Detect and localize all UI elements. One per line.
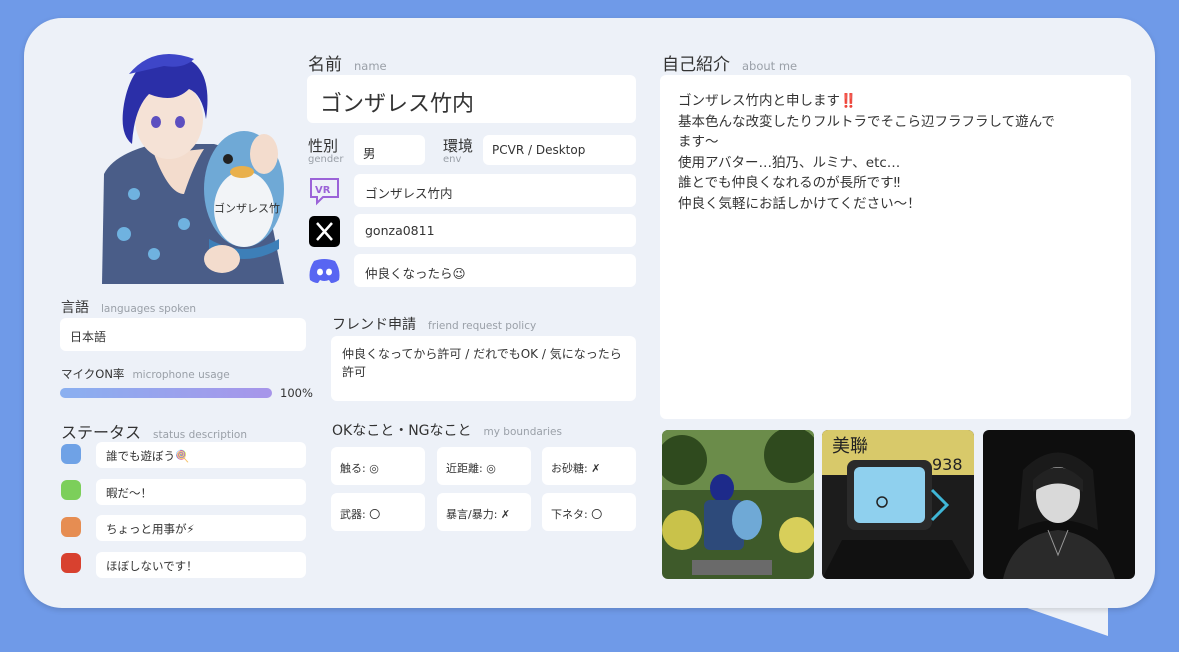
svg-text:938: 938 [932, 455, 963, 474]
status-text-busy: ちょっと用事が⚡ [106, 522, 195, 536]
boundary-violence: 暴言/暴力: ✗ [437, 493, 531, 531]
mic-percent: 100% [280, 386, 313, 400]
discord-icon [309, 259, 340, 283]
about-line: 誰とでも仲良くなれるのが長所です‼ [678, 175, 901, 191]
languages-field: 日本語 [60, 318, 306, 351]
status-row-rarely: ほぼしないです！ [96, 552, 306, 578]
env-value: PCVR / Desktop [492, 143, 586, 157]
status-row-available: 誰でも遊ぼう🍭 [96, 442, 306, 468]
x-field: gonza0811 [354, 214, 636, 247]
friend-sub-label: friend request policy [428, 320, 537, 332]
about-line: 基本色んな改変したりフルトラでそこら辺フラフラして遊んで [678, 113, 1055, 130]
gender-value: 男 [363, 146, 376, 161]
vrchat-icon: VR [310, 178, 339, 206]
vrchat-value: ゴンザレス竹内 [365, 186, 453, 201]
status-dot-busy [61, 517, 81, 537]
status-dot-available [61, 444, 81, 464]
status-text-free: 暇だ〜！ [106, 486, 152, 500]
svg-text:VR: VR [315, 185, 331, 196]
discord-field: 仲良くなったら😉 [354, 254, 636, 287]
name-field: ゴンザレス竹内 [307, 75, 636, 123]
status-text-rarely: ほぼしないです！ [106, 559, 198, 573]
status-row-free: 暇だ〜！ [96, 479, 306, 505]
discord-value: 仲良くなったら😉 [365, 266, 466, 281]
boundary-romance: お砂糖: ✗ [542, 447, 636, 485]
boundaries-sub-label: my boundaries [483, 426, 562, 438]
svg-text:美聯: 美聯 [832, 436, 868, 457]
name-value: ゴンザレス竹内 [320, 92, 475, 117]
boundary-weapons-text: 武器: 〇 [340, 508, 381, 521]
languages-value: 日本語 [70, 330, 107, 344]
name-heading: 名前 name [308, 55, 387, 75]
about-line: ゴンザレス竹内と申します‼️ [678, 93, 857, 109]
boundary-lewd-text: 下ネタ: 〇 [551, 508, 603, 521]
about-sub-label: about me [742, 59, 798, 73]
status-row-busy: ちょっと用事が⚡ [96, 515, 306, 541]
boundary-touch: 触る: ◎ [331, 447, 425, 485]
env-heading: 環境 env [443, 137, 474, 165]
x-logo-icon [309, 216, 340, 247]
photo-tv-head-avatar[interactable]: 美聯 938 [822, 430, 974, 579]
photo-dark-avatar[interactable] [983, 430, 1135, 579]
friend-policy-value: 仲良くなってから許可 / だれでもOK / 気になったら許可 [342, 347, 622, 379]
gender-heading: 性別 gender [308, 137, 344, 165]
mic-sub-label: microphone usage [132, 369, 230, 381]
status-dot-free [61, 480, 81, 500]
gender-field: 男 [354, 135, 425, 165]
mic-usage-fill [60, 388, 272, 398]
avatar-illustration: ゴンザレス竹 [102, 54, 284, 284]
boundaries-heading: OKなこと・NGなこと my boundaries [332, 423, 562, 439]
photo-outdoor-avatar[interactable] [662, 430, 814, 579]
status-heading: ステータス status description [61, 423, 247, 442]
about-text: ゴンザレス竹内と申します‼️ 基本色んな改変したりフルトラでそこら辺フラフラして… [678, 91, 1055, 214]
about-line: 使用アバター…狛乃、ルミナ、etc… [678, 154, 901, 171]
boundary-distance-text: 近距離: ◎ [446, 462, 496, 475]
status-text-available: 誰でも遊ぼう🍭 [106, 449, 190, 463]
boundary-touch-text: 触る: ◎ [340, 462, 379, 475]
mic-heading: マイクON率 microphone usage [61, 367, 230, 381]
gender-sub-label: gender [308, 154, 344, 165]
x-value: gonza0811 [365, 223, 435, 238]
mic-usage-bar [60, 388, 272, 398]
friend-policy-field: 仲良くなってから許可 / だれでもOK / 気になったら許可 [331, 336, 636, 401]
boundary-romance-text: お砂糖: ✗ [551, 462, 601, 475]
name-sub-label: name [354, 59, 387, 73]
friend-heading: フレンド申請 friend request policy [332, 317, 537, 333]
about-heading: 自己紹介 about me [662, 55, 798, 75]
boundary-lewd: 下ネタ: 〇 [542, 493, 636, 531]
boundary-violence-text: 暴言/暴力: ✗ [446, 508, 511, 521]
about-line: 仲良く気軽にお話しかけてください〜！ [678, 195, 921, 212]
svg-text:ゴンザレス竹: ゴンザレス竹 [214, 201, 280, 215]
about-line: ます〜 [678, 134, 719, 150]
boundary-weapons: 武器: 〇 [331, 493, 425, 531]
env-field: PCVR / Desktop [483, 135, 636, 165]
vrchat-field: ゴンザレス竹内 [354, 174, 636, 207]
status-dot-rarely [61, 553, 81, 573]
status-sub-label: status description [153, 429, 247, 441]
about-field: ゴンザレス竹内と申します‼️ 基本色んな改変したりフルトラでそこら辺フラフラして… [660, 75, 1131, 419]
languages-heading: 言語 languages spoken [61, 300, 197, 316]
boundary-distance: 近距離: ◎ [437, 447, 531, 485]
languages-sub-label: languages spoken [101, 303, 197, 315]
